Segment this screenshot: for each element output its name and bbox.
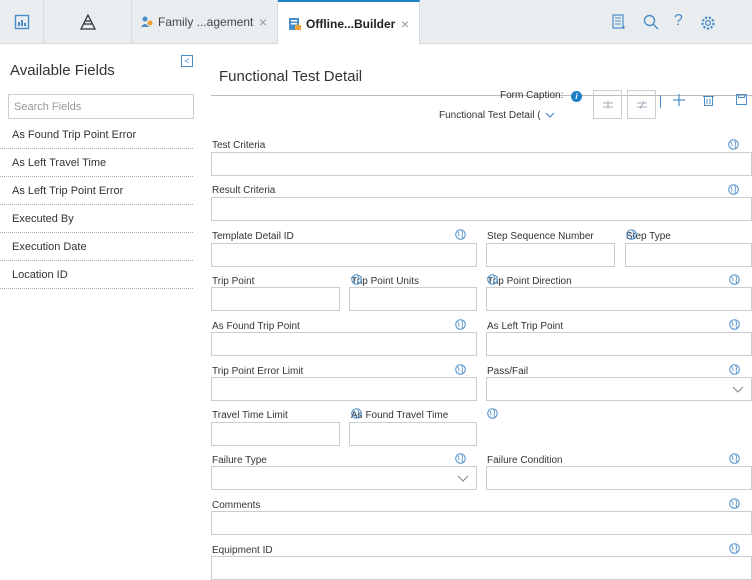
columns-icon — [602, 100, 613, 109]
columns-icon — [636, 100, 647, 109]
failure-type-select[interactable] — [211, 466, 477, 490]
globe-icon[interactable] — [729, 319, 740, 330]
failure-type-label: Failure Type — [212, 455, 267, 466]
dashboard-icon — [14, 14, 29, 30]
tab-family-management[interactable]: Family ...agement × — [132, 0, 278, 44]
globe-icon[interactable] — [487, 274, 498, 285]
search-fields-input[interactable] — [8, 94, 194, 119]
failure-condition-field[interactable] — [486, 466, 752, 490]
as-found-trip-point-label: As Found Trip Point — [212, 321, 300, 332]
travel-time-limit-label: Travel Time Limit — [212, 410, 288, 421]
sidebar-title: Available Fields — [10, 62, 115, 79]
tab-label: Family ...agement — [158, 15, 254, 29]
globe-icon[interactable] — [455, 364, 466, 375]
search-icon[interactable] — [643, 14, 659, 30]
pyramid-button[interactable] — [44, 0, 132, 44]
template-detail-id-label: Template Detail ID — [212, 231, 294, 242]
globe-icon[interactable] — [455, 453, 466, 464]
help-icon[interactable]: ? — [674, 12, 683, 30]
form-caption-dropdown[interactable]: Functional Test Detail ( — [439, 110, 555, 121]
trip-point-label: Trip Point — [212, 276, 255, 287]
chevron-down-icon — [457, 475, 469, 482]
pass-fail-label: Pass/Fail — [487, 366, 529, 377]
align-right-button[interactable] — [627, 90, 656, 119]
pass-fail-select[interactable] — [486, 377, 752, 401]
result-criteria-label: Result Criteria — [212, 185, 276, 196]
as-found-trip-point-field[interactable] — [211, 332, 477, 356]
tab-offline-builder[interactable]: Offline...Builder × — [278, 0, 420, 45]
info-icon[interactable]: i — [571, 91, 582, 102]
globe-icon[interactable] — [728, 139, 739, 150]
globe-icon[interactable] — [455, 229, 466, 240]
list-item[interactable]: As Left Travel Time — [0, 149, 193, 177]
trip-point-field[interactable] — [211, 287, 340, 311]
as-left-trip-point-label: As Left Trip Point — [487, 321, 564, 332]
add-icon[interactable] — [673, 94, 685, 106]
test-criteria-label: Test Criteria — [212, 140, 266, 151]
comments-field[interactable] — [211, 511, 752, 535]
tab-label: Offline...Builder — [306, 16, 396, 31]
divider — [211, 95, 752, 96]
family-icon — [141, 16, 153, 27]
globe-icon[interactable] — [728, 184, 739, 195]
dashboard-button[interactable] — [0, 0, 44, 44]
as-found-travel-time-label: As Found Travel Time — [351, 410, 449, 421]
test-criteria-field[interactable] — [211, 152, 752, 176]
step-type-field[interactable] — [625, 243, 752, 267]
list-item[interactable]: As Found Trip Point Error — [0, 121, 193, 149]
list-item[interactable]: Location ID — [0, 261, 193, 289]
globe-icon[interactable] — [729, 274, 740, 285]
main-panel: Functional Test Detail Form Caption: i F… — [201, 44, 752, 580]
failure-condition-label: Failure Condition — [487, 455, 563, 466]
globe-icon[interactable] — [626, 229, 637, 240]
template-detail-id-field[interactable] — [211, 243, 477, 267]
result-criteria-field[interactable] — [211, 197, 752, 221]
globe-icon[interactable] — [487, 408, 498, 419]
globe-icon[interactable] — [729, 453, 740, 464]
chevron-down-icon — [732, 386, 744, 393]
top-right-tools: ? — [612, 0, 752, 44]
globe-icon[interactable] — [729, 364, 740, 375]
as-found-travel-time-field[interactable] — [349, 422, 477, 446]
page-title: Functional Test Detail — [219, 68, 363, 85]
available-fields-list: As Found Trip Point Error As Left Travel… — [0, 121, 201, 289]
form-icon — [289, 17, 301, 30]
globe-icon[interactable] — [351, 274, 362, 285]
close-icon[interactable]: × — [401, 16, 409, 32]
step-sequence-number-label: Step Sequence Number — [487, 231, 594, 242]
equipment-id-label: Equipment ID — [212, 545, 273, 556]
equipment-id-field[interactable] — [211, 556, 752, 580]
trip-point-error-limit-field[interactable] — [211, 377, 477, 401]
trip-point-error-limit-label: Trip Point Error Limit — [212, 366, 304, 377]
as-left-trip-point-field[interactable] — [486, 332, 752, 356]
comments-label: Comments — [212, 500, 261, 511]
collapse-icon[interactable]: < — [181, 55, 193, 67]
top-bar: Family ...agement × Offline...Builder × … — [0, 0, 752, 45]
form-caption-label: Form Caption: — [500, 90, 564, 101]
notebook-icon[interactable] — [612, 14, 626, 30]
globe-icon[interactable] — [729, 543, 740, 554]
close-icon[interactable]: × — [259, 14, 267, 30]
trip-point-units-field[interactable] — [349, 287, 477, 311]
form-caption-value: Functional Test Detail ( — [439, 110, 541, 121]
align-left-button[interactable] — [593, 90, 622, 119]
sidebar: Available Fields < As Found Trip Point E… — [0, 44, 201, 578]
travel-time-limit-field[interactable] — [211, 422, 340, 446]
settings-icon[interactable] — [700, 15, 716, 31]
trash-icon[interactable] — [703, 94, 714, 106]
trip-point-direction-field[interactable] — [486, 287, 752, 311]
pyramid-icon — [79, 14, 96, 30]
globe-icon[interactable] — [455, 319, 466, 330]
save-icon[interactable] — [736, 94, 747, 105]
globe-icon[interactable] — [351, 408, 362, 419]
trip-point-direction-label: Trip Point Direction — [487, 276, 572, 287]
globe-icon[interactable] — [729, 498, 740, 509]
list-item[interactable]: Execution Date — [0, 233, 193, 261]
chevron-down-icon — [545, 112, 555, 119]
list-item[interactable]: Executed By — [0, 205, 193, 233]
divider — [660, 95, 661, 108]
step-sequence-number-field[interactable] — [486, 243, 615, 267]
list-item[interactable]: As Left Trip Point Error — [0, 177, 193, 205]
